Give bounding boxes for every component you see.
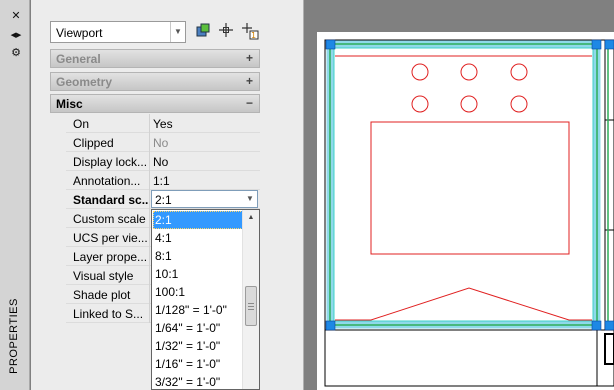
section-misc[interactable]: Misc − — [50, 94, 260, 113]
svg-text:1: 1 — [251, 31, 256, 40]
viewport-grip — [591, 320, 602, 331]
object-type-value: Viewport — [56, 26, 103, 40]
property-row-on[interactable]: On Yes — [66, 114, 260, 133]
chevron-down-icon[interactable]: ▼ — [243, 191, 257, 207]
select-objects-icon[interactable] — [217, 22, 235, 40]
collapse-icon[interactable]: − — [246, 96, 253, 110]
object-type-dropdown[interactable]: Viewport ▼ — [50, 21, 186, 43]
drawing-canvas[interactable] — [305, 0, 614, 390]
viewport-grip — [604, 39, 614, 50]
scale-option[interactable]: 4:1 — [153, 229, 243, 247]
scale-option[interactable]: 8:1 — [153, 247, 243, 265]
quick-select-icon[interactable] — [194, 22, 212, 40]
standard-scale-combo[interactable]: 2:1 ▼ — [151, 190, 258, 208]
scale-option[interactable]: 1/128" = 1'-0" — [153, 301, 243, 319]
close-icon[interactable]: ✕ — [9, 9, 23, 23]
scale-option[interactable]: 10:1 — [153, 265, 243, 283]
scale-option[interactable]: 3/32" = 1'-0" — [153, 373, 243, 389]
scrollbar-thumb[interactable] — [245, 286, 257, 326]
chevron-down-icon[interactable]: ▼ — [170, 22, 185, 42]
palette-title: PROPERTIES — [8, 298, 20, 374]
standard-scale-value: 2:1 — [155, 193, 172, 207]
scale-option[interactable]: 1/64" = 1'-0" — [153, 319, 243, 337]
scroll-up-icon[interactable]: ▲ — [243, 210, 259, 226]
viewport-grip — [604, 320, 614, 331]
property-row-annotation-scale[interactable]: Annotation... 1:1 — [66, 171, 260, 190]
viewport-grip — [325, 320, 336, 331]
section-general[interactable]: General + — [50, 49, 260, 68]
viewport-grip — [325, 39, 336, 50]
viewport-grip — [591, 39, 602, 50]
dropdown-scrollbar[interactable]: ▲ — [242, 210, 259, 389]
autohide-icon[interactable]: ◀▶ — [9, 28, 23, 42]
scale-option[interactable]: 100:1 — [153, 283, 243, 301]
properties-icon[interactable]: ⚙ — [9, 46, 23, 60]
standard-scale-dropdown[interactable]: 2:1 4:1 8:1 10:1 100:1 1/128" = 1'-0" 1/… — [151, 209, 260, 390]
scale-option[interactable]: 1/32" = 1'-0" — [153, 337, 243, 355]
scale-option[interactable]: 1/16" = 1'-0" — [153, 355, 243, 373]
section-geometry[interactable]: Geometry + — [50, 72, 260, 91]
property-row-display-locked[interactable]: Display lock... No — [66, 152, 260, 171]
toggle-pickadd-icon[interactable]: 1 — [241, 22, 259, 40]
scale-option[interactable]: 2:1 — [153, 211, 243, 229]
property-row-clipped[interactable]: Clipped No — [66, 133, 260, 152]
expand-icon[interactable]: + — [246, 74, 253, 88]
expand-icon[interactable]: + — [246, 51, 253, 65]
palette-title-strip: ✕ ◀▶ ⚙ PROPERTIES — [0, 0, 30, 390]
